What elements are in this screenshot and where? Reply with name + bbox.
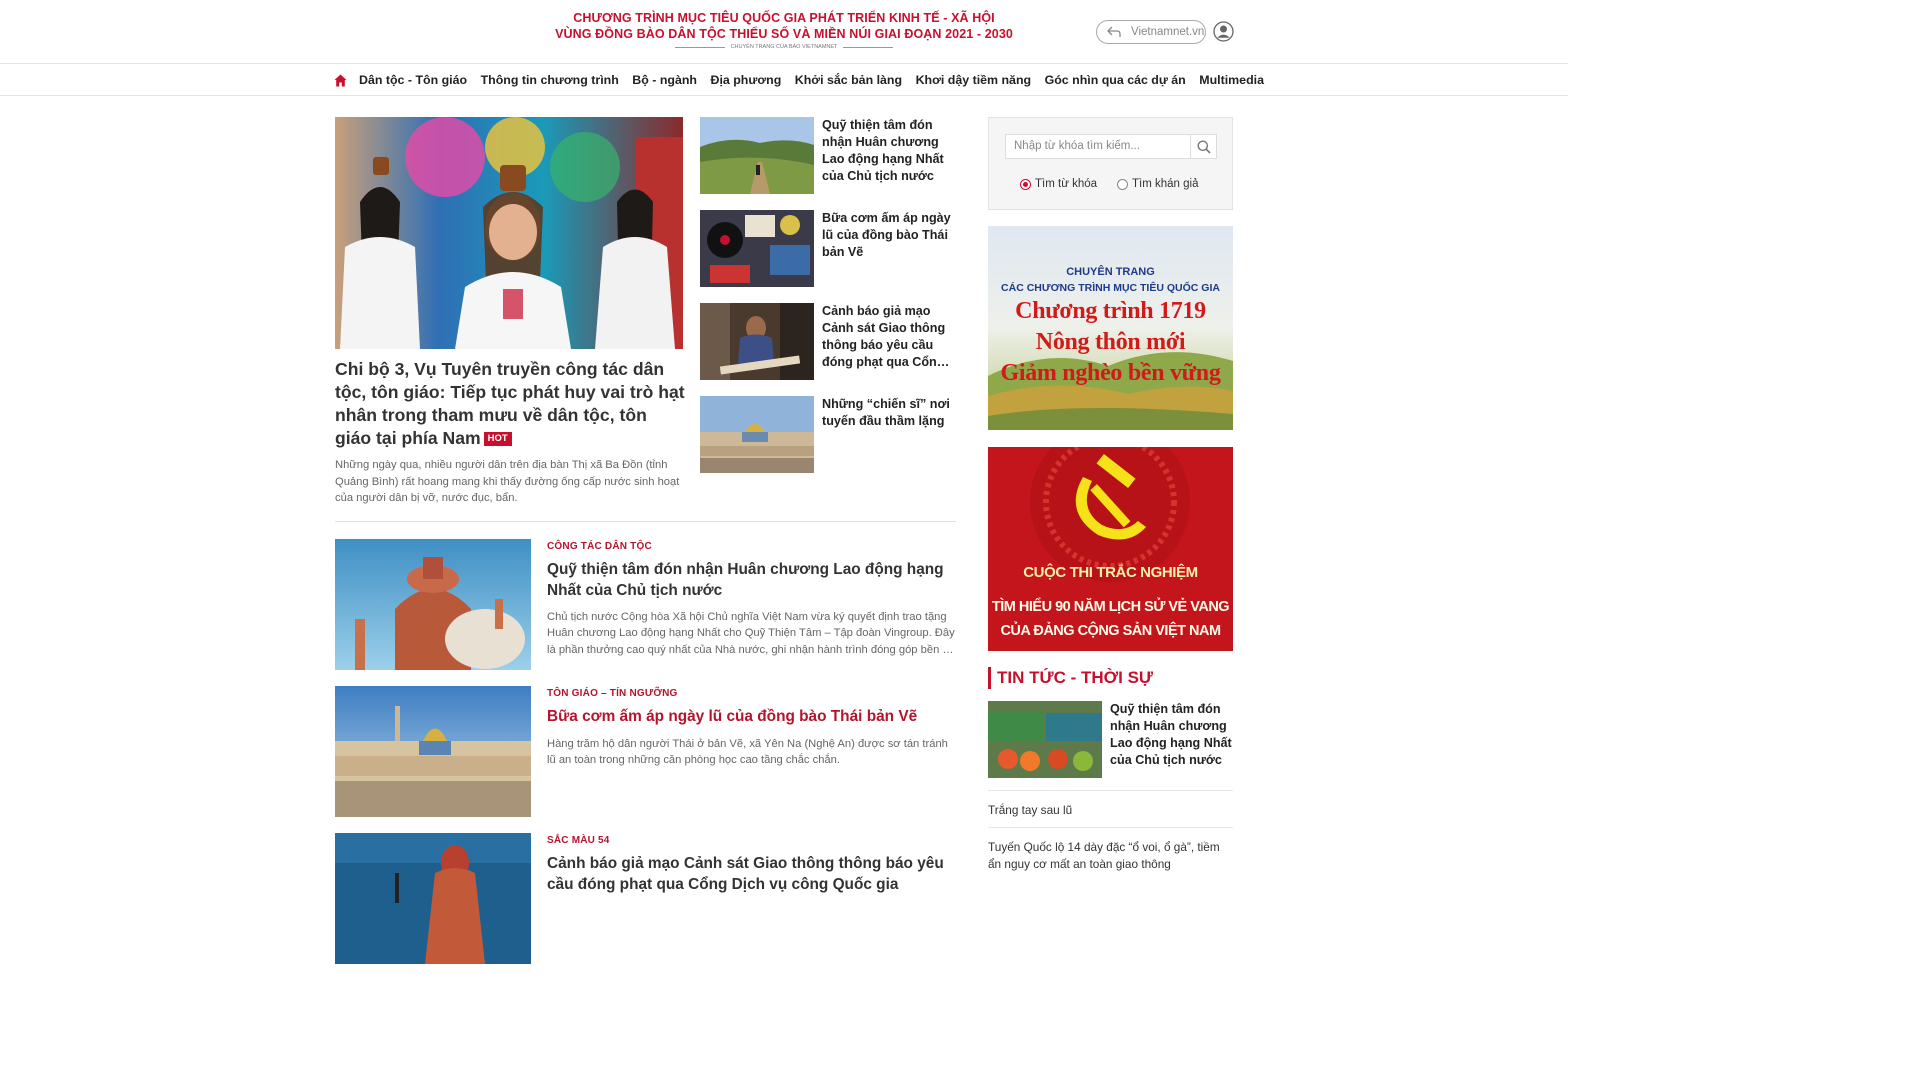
news-item-thumbnail[interactable]: [335, 686, 531, 817]
radio-search-audience[interactable]: Tìm khán giả: [1117, 178, 1198, 190]
side-list-item[interactable]: Cảnh báo giả mạo Cảnh sát Giao thông thô…: [700, 303, 956, 380]
news-list-item[interactable]: TÔN GIÁO – TÍN NGƯỠNG Bữa cơm ấm áp ngày…: [335, 686, 956, 818]
banner2-text-block: TÌM HIỂU 90 NĂM LỊCH SỬ VẺ VANG CỦA ĐẢNG…: [988, 595, 1233, 643]
site-header: CHƯƠNG TRÌNH MỤC TIÊU QUỐC GIA PHÁT TRIỂ…: [0, 0, 1568, 64]
news-item-title[interactable]: Cảnh báo giả mạo Cảnh sát Giao thông thô…: [547, 854, 952, 895]
nav-item-dan-toc-ton-giao[interactable]: Dân tộc - Tôn giáo: [359, 73, 467, 87]
featured-image[interactable]: [335, 117, 683, 349]
right-news-thumbnail[interactable]: [988, 701, 1102, 778]
news-item-category[interactable]: CÔNG TÁC DÂN TỘC: [547, 541, 652, 552]
right-news-item[interactable]: Quỹ thiện tâm đón nhận Huân chương Lao đ…: [988, 701, 1233, 778]
side-item-thumbnail[interactable]: [700, 396, 814, 473]
news-item-title[interactable]: Quỹ thiện tâm đón nhận Huân chương Lao đ…: [547, 560, 952, 601]
back-arrow-icon: [1107, 26, 1121, 37]
hot-badge: HOT: [483, 432, 512, 446]
side-item-title[interactable]: Bữa cơm ấm áp ngày lũ của đồng bào Thái …: [822, 210, 956, 261]
radio-audience-label: Tìm khán giả: [1132, 178, 1199, 190]
nav-item-goc-nhin-du-an[interactable]: Góc nhìn qua các dự án: [1045, 73, 1186, 87]
nav-item-thong-tin-chuong-trinh[interactable]: Thông tin chương trình: [481, 73, 619, 87]
news-item-thumbnail[interactable]: [335, 539, 531, 670]
brand-title-line2: VÙNG ĐỒNG BÀO DÂN TỘC THIỂU SỐ VÀ MIỀN N…: [555, 27, 1013, 41]
news-item-category[interactable]: TÔN GIÁO – TÍN NGƯỠNG: [547, 688, 677, 699]
search-icon: [1197, 140, 1211, 154]
side-item-thumbnail[interactable]: [700, 117, 814, 194]
banner-national-programs[interactable]: CHUYÊN TRANG CÁC CHƯƠNG TRÌNH MỤC TIÊU Q…: [988, 226, 1233, 430]
featured-title[interactable]: Chi bộ 3, Vụ Tuyên truyền công tác dân t…: [335, 358, 687, 450]
vietnamnet-link-label: Vietnamnet.vn: [1131, 26, 1205, 38]
brand-subtitle-row: CHUYÊN TRANG CỦA BÁO VIETNAMNET: [0, 44, 1568, 50]
radio-search-keyword[interactable]: Tìm từ khóa: [1020, 178, 1097, 190]
side-item-title[interactable]: Cảnh báo giả mạo Cảnh sát Giao thông thô…: [822, 303, 956, 371]
news-item-title[interactable]: Bữa cơm ấm áp ngày lũ của đồng bào Thái …: [547, 707, 952, 728]
brand-title-line1: CHƯƠNG TRÌNH MỤC TIÊU QUỐC GIA PHÁT TRIỂ…: [573, 11, 995, 25]
search-input[interactable]: Nhập từ khóa tìm kiếm...: [1005, 134, 1191, 159]
radio-keyword-label: Tìm từ khóa: [1035, 178, 1098, 190]
news-list-item[interactable]: CÔNG TÁC DÂN TỘC Quỹ thiện tâm đón nhận …: [335, 539, 956, 671]
nav-item-dia-phuong[interactable]: Địa phương: [711, 73, 782, 87]
banner1-line5: Giảm nghèo bền vững: [1000, 360, 1221, 386]
side-item-thumbnail[interactable]: [700, 303, 814, 380]
search-button[interactable]: [1191, 134, 1217, 159]
banner2-line1: CUỘC THI TRẮC NGHIỆM: [1023, 564, 1198, 581]
banner2-line3: CỦA ĐẢNG CỘNG SẢN VIỆT NAM: [1000, 623, 1221, 639]
radio-keyword-selected[interactable]: [1020, 178, 1031, 190]
search-panel: Nhập từ khóa tìm kiếm... Tìm từ khóa Tìm…: [988, 117, 1233, 210]
side-list-item[interactable]: Những “chiến sĩ” nơi tuyến đầu thầm lặng: [700, 396, 956, 473]
vietnamnet-link-button[interactable]: Vietnamnet.vn: [1096, 20, 1206, 44]
nav-item-khoi-day-tiem-nang[interactable]: Khơi dậy tiềm năng: [916, 73, 1032, 87]
radio-audience[interactable]: [1117, 178, 1128, 190]
news-item-thumbnail[interactable]: [335, 833, 531, 964]
side-item-thumbnail[interactable]: [700, 210, 814, 287]
banner1-line1: CHUYÊN TRANG: [1066, 266, 1155, 278]
section-divider: [335, 521, 956, 522]
subtitle-rule-left: [674, 46, 725, 48]
news-item-summary: Chủ tịch nước Cộng hòa Xã hội Chủ nghĩa …: [547, 611, 955, 656]
banner2-line2: TÌM HIỂU 90 NĂM LỊCH SỬ VẺ VANG: [991, 599, 1230, 615]
right-news-title[interactable]: Quỹ thiện tâm đón nhận Huân chương Lao đ…: [1110, 701, 1233, 769]
side-list-item[interactable]: Quỹ thiện tâm đón nhận Huân chương Lao đ…: [700, 117, 956, 194]
news-list-item[interactable]: SẮC MÀU 54 Cảnh báo giả mạo Cảnh sát Gia…: [335, 833, 956, 965]
news-item-summary: Hàng trăm hộ dân người Thái ở bản Vẽ, xã…: [547, 738, 948, 767]
featured-summary: Những ngày qua, nhiều người dân trên địa…: [335, 459, 680, 504]
site-brand[interactable]: CHƯƠNG TRÌNH MỤC TIÊU QUỐC GIA PHÁT TRIỂ…: [0, 10, 1568, 50]
news-item-category[interactable]: SẮC MÀU 54: [547, 835, 610, 846]
side-item-title[interactable]: Những “chiến sĩ” nơi tuyến đầu thầm lặng: [822, 396, 956, 430]
main-navigation: Dân tộc - Tôn giáo Thông tin chương trìn…: [0, 64, 1568, 96]
side-list-item[interactable]: Bữa cơm ấm áp ngày lũ của đồng bào Thái …: [700, 210, 956, 287]
nav-item-bo-nganh[interactable]: Bộ - ngành: [632, 73, 697, 87]
brand-subtitle: CHUYÊN TRANG CỦA BÁO VIETNAMNET: [730, 44, 838, 50]
banner1-line3: Chương trình 1719: [1015, 298, 1206, 324]
right-news-link[interactable]: Trắng tay sau lũ: [988, 802, 1233, 819]
nav-item-multimedia[interactable]: Multimedia: [1199, 73, 1264, 87]
subtitle-rule-right: [843, 46, 894, 48]
right-news-separator: [988, 790, 1233, 791]
side-item-title[interactable]: Quỹ thiện tâm đón nhận Huân chương Lao đ…: [822, 117, 956, 185]
right-news-link[interactable]: Tuyến Quốc lộ 14 dày đặc “ổ voi, ổ gà”, …: [988, 839, 1233, 873]
banner-party-quiz[interactable]: CUỘC THI TRẮC NGHIỆM TÌM HIỂU 90 NĂM LỊC…: [988, 447, 1233, 651]
right-news-separator: [988, 827, 1233, 828]
nav-item-khoi-sac-ban-lang[interactable]: Khởi sắc bản làng: [795, 73, 902, 87]
home-icon[interactable]: [334, 74, 347, 87]
banner1-line2: CÁC CHƯƠNG TRÌNH MỤC TIÊU QUỐC GIA: [1001, 282, 1220, 294]
banner1-line4: Nông thôn mới: [1035, 329, 1186, 355]
user-account-icon[interactable]: [1213, 21, 1234, 42]
section-heading-news[interactable]: TIN TỨC - THỜI SỰ: [988, 667, 1153, 689]
